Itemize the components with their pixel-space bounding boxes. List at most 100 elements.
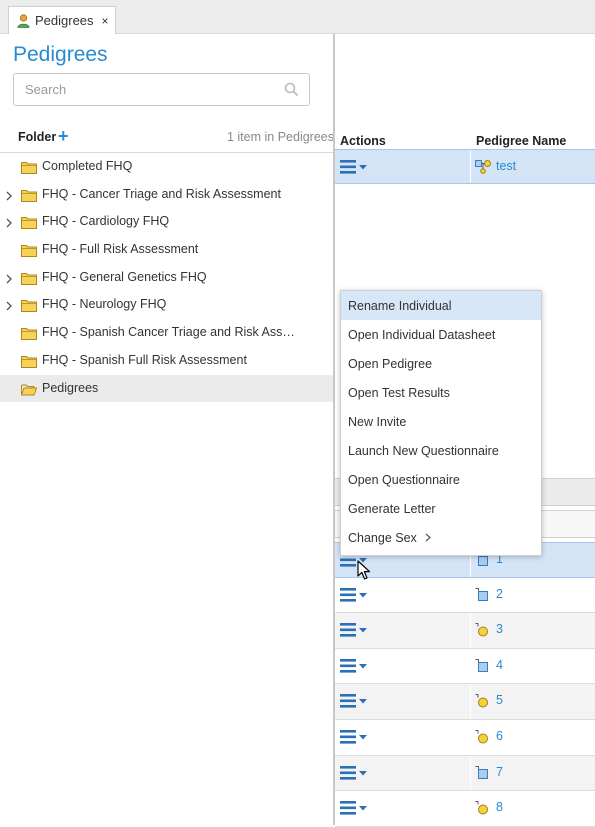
folder-icon: [21, 161, 37, 177]
table-row[interactable]: 7: [335, 755, 595, 792]
column-separator: [470, 755, 471, 791]
table-row[interactable]: 3: [335, 613, 595, 649]
table-row[interactable]: 6: [335, 719, 595, 756]
individual-name-link[interactable]: 6: [496, 729, 503, 743]
menu-item[interactable]: New Invite: [341, 407, 541, 436]
actions-menu-button[interactable]: [340, 658, 368, 673]
chevron-right-icon[interactable]: [5, 189, 13, 201]
menu-icon: [340, 801, 367, 815]
folder-label: FHQ - Neurology FHQ: [42, 297, 167, 312]
folder-header: Folder + 1 item in Pedigrees: [0, 124, 334, 153]
folder-open-icon: [21, 383, 38, 399]
context-menu: Rename Individual Open Individual Datashe…: [340, 290, 542, 556]
female-circle-icon: [475, 801, 489, 818]
search-icon[interactable]: [284, 82, 299, 97]
individual-name-link[interactable]: 3: [496, 622, 503, 636]
tab-pedigrees[interactable]: Pedigrees ×: [8, 6, 116, 34]
column-separator: [470, 684, 471, 719]
column-separator: [470, 791, 471, 826]
folder-item[interactable]: Pedigrees: [0, 374, 334, 403]
pedigree-icon: [475, 160, 491, 174]
menu-icon: [340, 765, 367, 780]
female-circle-icon: [475, 623, 489, 640]
tab-label: Pedigrees: [35, 13, 94, 28]
menu-item[interactable]: Open Test Results: [341, 378, 541, 407]
actions-menu-button[interactable]: [340, 587, 368, 602]
column-actions[interactable]: Actions: [340, 134, 386, 148]
folder-item[interactable]: FHQ - Spanish Full Risk Assessment: [0, 347, 334, 375]
individual-name-link[interactable]: 8: [496, 800, 503, 814]
menu-item[interactable]: Change Sex: [341, 523, 541, 552]
table-row[interactable]: 4: [335, 648, 595, 685]
search-input[interactable]: [14, 74, 274, 105]
search-box: [13, 73, 310, 106]
menu-icon: [340, 587, 367, 602]
folder-label: FHQ - Spanish Cancer Triage and Risk Ass…: [42, 325, 295, 340]
column-separator: [470, 150, 471, 183]
menu-item[interactable]: Open Pedigree: [341, 349, 541, 378]
folder-label: FHQ - Cardiology FHQ: [42, 214, 170, 229]
folder-item[interactable]: FHQ - Full Risk Assessment: [0, 236, 334, 264]
chevron-right-icon[interactable]: [5, 216, 13, 228]
actions-menu-button[interactable]: [340, 729, 368, 744]
folder-tree: Completed FHQ FHQ - Cancer Triage and Ris…: [0, 153, 334, 403]
folder-icon: [21, 355, 37, 371]
folder-label: FHQ - Cancer Triage and Risk Assessment: [42, 186, 281, 201]
close-icon[interactable]: ×: [102, 14, 109, 28]
add-folder-icon[interactable]: +: [58, 126, 69, 147]
actions-menu-button[interactable]: [340, 801, 368, 815]
folder-item[interactable]: FHQ - General Genetics FHQ: [0, 264, 334, 292]
folder-heading: Folder: [18, 130, 57, 144]
actions-menu-button[interactable]: [340, 694, 368, 708]
actions-menu-button[interactable]: [340, 160, 368, 174]
table-row[interactable]: test: [335, 149, 595, 184]
menu-icon: [340, 160, 367, 174]
menu-item[interactable]: Open Questionnaire: [341, 465, 541, 494]
column-separator: [470, 577, 471, 613]
item-count: 1 item in Pedigrees: [226, 130, 334, 144]
folder-item[interactable]: FHQ - Neurology FHQ: [0, 291, 334, 319]
column-pedigree-name[interactable]: Pedigree Name: [476, 134, 566, 148]
folder-icon: [21, 216, 37, 232]
actions-menu-button[interactable]: [340, 765, 368, 780]
grid-header: Actions Pedigree Name: [335, 130, 595, 150]
folder-item[interactable]: FHQ - Cancer Triage and Risk Assessment: [0, 181, 334, 209]
individual-name-link[interactable]: 5: [496, 693, 503, 707]
folder-item[interactable]: FHQ - Spanish Cancer Triage and Risk Ass…: [0, 319, 334, 347]
folder-icon: [21, 327, 37, 343]
male-square-icon: [475, 765, 489, 783]
table-row[interactable]: 8: [335, 791, 595, 827]
column-separator: [470, 648, 471, 684]
chevron-right-icon[interactable]: [5, 299, 13, 311]
person-icon: [17, 13, 30, 28]
tab-bar: Pedigrees ×: [0, 0, 595, 34]
folder-label: Completed FHQ: [42, 159, 133, 173]
table-row[interactable]: 5: [335, 684, 595, 720]
menu-item[interactable]: Generate Letter: [341, 494, 541, 523]
menu-item-label: Open Test Results: [348, 385, 450, 400]
pedigree-name-link[interactable]: test: [496, 159, 516, 173]
individual-name-link[interactable]: 7: [496, 765, 503, 779]
folder-icon: [21, 244, 37, 260]
mouse-cursor-icon: [357, 560, 371, 580]
individual-name-link[interactable]: 2: [496, 587, 503, 601]
table-row[interactable]: 2: [335, 577, 595, 614]
menu-icon: [340, 694, 367, 708]
folder-label: FHQ - Full Risk Assessment: [42, 242, 199, 257]
menu-icon: [340, 658, 367, 673]
menu-item[interactable]: Launch New Questionnaire: [341, 436, 541, 465]
page-title: Pedigrees: [13, 43, 108, 66]
menu-item[interactable]: Open Individual Datasheet: [341, 320, 541, 349]
female-circle-icon: [475, 694, 489, 711]
folder-item[interactable]: Completed FHQ: [0, 153, 334, 181]
column-separator: [470, 613, 471, 648]
folder-item[interactable]: FHQ - Cardiology FHQ: [0, 208, 334, 236]
actions-menu-button[interactable]: [340, 623, 368, 637]
menu-icon: [340, 623, 367, 637]
folder-label: FHQ - Spanish Full Risk Assessment: [42, 352, 247, 367]
individual-name-link[interactable]: 4: [496, 658, 503, 672]
menu-item[interactable]: Rename Individual: [341, 291, 541, 320]
male-square-icon: [475, 587, 489, 605]
menu-item-label: Rename Individual: [348, 298, 452, 313]
chevron-right-icon[interactable]: [5, 272, 13, 284]
